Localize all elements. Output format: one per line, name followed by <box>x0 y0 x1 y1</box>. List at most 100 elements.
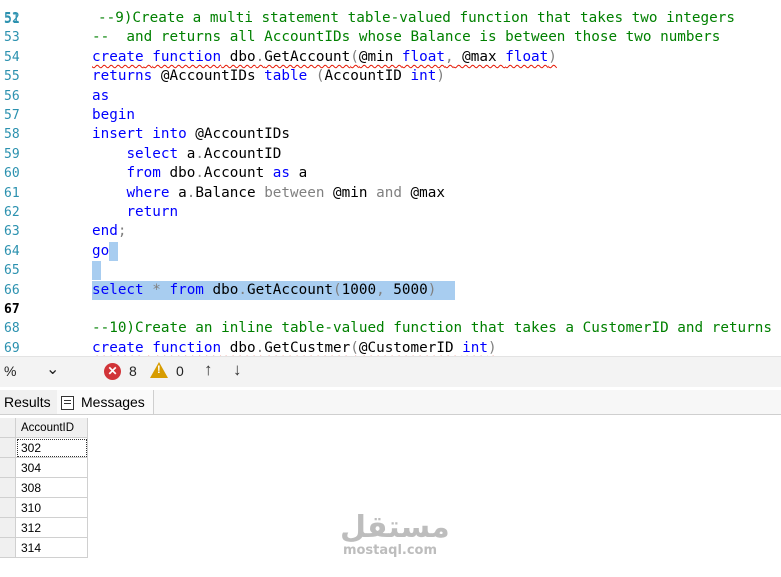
account-id-cell[interactable]: 314 <box>16 538 88 558</box>
code-line[interactable]: 54 create function dbo.GetAccount(@min fl… <box>0 48 781 67</box>
keyword-token: float <box>401 48 445 65</box>
operator-token: ) <box>436 68 445 85</box>
keyword-token: return <box>126 204 179 220</box>
operator-token: . <box>255 48 265 65</box>
code-line[interactable]: 65 <box>0 261 781 281</box>
tab-messages[interactable]: Messages <box>57 390 154 414</box>
operator-token: ( <box>333 281 342 298</box>
account-id-cell[interactable]: 310 <box>16 498 88 518</box>
line-number: 56 <box>4 88 20 104</box>
code-line[interactable]: 69 create function dbo.GetCustmer(@Custom… <box>0 339 781 356</box>
code-text: select * from dbo.GetAccount(1000, 5000) <box>92 281 436 300</box>
code-line[interactable]: 66 select * from dbo.GetAccount(1000, 500… <box>0 280 781 300</box>
account-id-cell[interactable]: 302 <box>16 438 88 458</box>
text-token: a <box>290 165 308 182</box>
code-line[interactable]: 57 begin <box>0 106 781 125</box>
editor-status-toolbar: % ⌄ ✕ 8 ! 0 ↑ ↓ <box>0 356 781 387</box>
line-number: 62 <box>4 205 20 220</box>
line-number: 69 <box>4 340 20 356</box>
keyword-token: int <box>462 339 488 356</box>
keyword-token: function <box>152 48 222 65</box>
keyword-token: returns <box>92 68 153 85</box>
comment-token: -- and returns all AccountIDs whose Bala… <box>92 29 721 46</box>
operator-token: ( <box>350 339 359 356</box>
code-line[interactable]: 53 -- and returns all AccountIDs whose Ba… <box>0 28 781 47</box>
row-header[interactable] <box>0 438 16 458</box>
text-selection <box>92 261 101 281</box>
code-line[interactable]: 55 returns @AccountIDs table (AccountID i… <box>0 67 781 86</box>
code-line[interactable]: 60 from dbo.Account as a <box>0 164 781 183</box>
keyword-token: table <box>264 68 308 85</box>
text-token: AccountID <box>324 68 411 85</box>
operator-token: ) <box>427 281 437 298</box>
previous-error-arrow-icon[interactable]: ↑ <box>204 360 213 380</box>
chevron-down-icon[interactable]: ⌄ <box>46 359 59 379</box>
line-number: 60 <box>4 166 20 182</box>
warning-count[interactable]: 0 <box>176 363 184 379</box>
code-line[interactable]: 68 --10)Create an inline table-valued fun… <box>0 319 781 338</box>
zoom-level[interactable]: % <box>4 363 16 379</box>
text-token: dbo <box>160 165 196 182</box>
text-token: @AccountIDs <box>186 126 290 143</box>
line-number: 54 <box>4 49 20 65</box>
keyword-token: end <box>92 223 118 240</box>
operator-token: between <box>264 184 325 201</box>
text-token: a <box>169 184 187 201</box>
row-header-corner[interactable] <box>0 418 16 438</box>
operator-token: ; <box>117 223 127 240</box>
tab-results-label: Results <box>4 394 51 410</box>
keyword-token: create <box>92 339 144 356</box>
text-token: @max <box>401 184 445 201</box>
text-token: GetCustmer <box>264 339 351 356</box>
operator-token: ( <box>350 48 359 65</box>
account-id-cell[interactable]: 308 <box>16 478 88 498</box>
code-editor[interactable]: 51 52 --9)Create a multi statement table-… <box>0 0 781 356</box>
keyword-token: create <box>92 48 144 65</box>
error-count[interactable]: 8 <box>129 363 137 379</box>
code-line[interactable]: 52 --9)Create a multi statement table-val… <box>0 9 781 28</box>
row-header[interactable] <box>0 538 16 558</box>
line-number: 66 <box>4 282 20 298</box>
code-text: -- and returns all AccountIDs whose Bala… <box>92 28 720 47</box>
code-text: create function dbo.GetAccount(@min floa… <box>92 48 557 67</box>
keyword-token: go <box>92 242 110 259</box>
code-text: as <box>92 87 109 106</box>
operator-token: . <box>238 281 247 298</box>
tab-results[interactable]: Results <box>0 390 61 414</box>
code-line[interactable]: 58 insert into @AccountIDs <box>0 125 781 144</box>
row-header[interactable] <box>0 458 16 478</box>
keyword-token: select <box>126 145 179 162</box>
code-text: go <box>92 242 109 261</box>
warning-triangle-icon[interactable]: ! <box>150 362 168 378</box>
row-header[interactable] <box>0 518 16 538</box>
code-line[interactable]: 56 as <box>0 87 781 106</box>
line-number: 55 <box>4 69 20 85</box>
code-line[interactable]: 63 end; <box>0 222 781 241</box>
next-error-arrow-icon[interactable]: ↓ <box>233 360 242 380</box>
code-text: end; <box>92 222 126 241</box>
row-header[interactable] <box>0 478 16 498</box>
line-number: 53 <box>4 30 20 46</box>
account-id-cell[interactable]: 304 <box>16 458 88 478</box>
code-line[interactable]: 62 return <box>0 203 781 222</box>
operator-token: , <box>376 281 385 298</box>
code-line[interactable]: 59 select a.AccountID <box>0 145 781 164</box>
operator-token: . <box>195 145 204 162</box>
code-line[interactable]: 67 <box>0 300 781 319</box>
text-token: dbo <box>221 339 256 356</box>
keyword-token: insert <box>92 126 144 143</box>
code-line[interactable]: 64 go <box>0 241 781 261</box>
code-line[interactable]: 61 where a.Balance between @min and @max <box>0 184 781 203</box>
account-id-cell[interactable]: 312 <box>16 518 88 538</box>
column-header[interactable]: AccountID <box>16 418 88 438</box>
error-circle-icon[interactable]: ✕ <box>104 363 121 380</box>
row-header[interactable] <box>0 498 16 518</box>
comment-token: --10)Create an inline table-valued funct… <box>92 320 772 337</box>
tab-messages-label: Messages <box>81 394 145 410</box>
